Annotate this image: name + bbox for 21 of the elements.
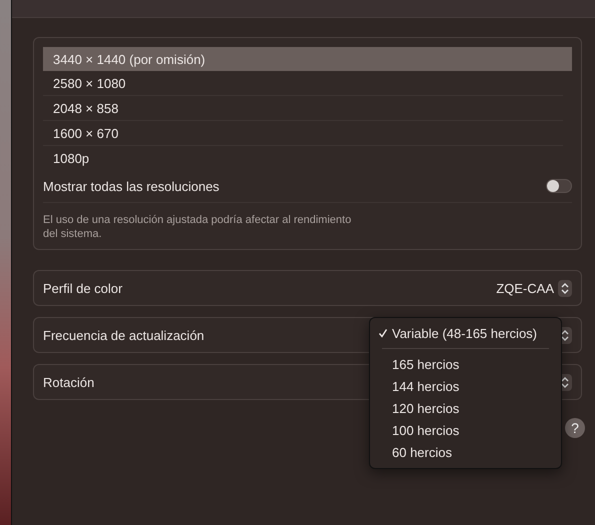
resolution-option[interactable]: 1080p xyxy=(43,146,563,170)
setting-label: Perfil de color xyxy=(43,280,122,296)
setting-value[interactable]: ZQE-CAA xyxy=(496,280,554,296)
menu-item[interactable]: 120 hercios xyxy=(370,397,561,419)
menu-item[interactable]: 165 hercios xyxy=(370,353,561,375)
help-button[interactable]: ? xyxy=(565,418,585,438)
checkmark-icon xyxy=(378,328,388,338)
toggle-label: Mostrar todas las resoluciones xyxy=(43,178,220,194)
resolution-option[interactable]: 3440 × 1440 (por omisión) xyxy=(43,47,572,71)
menu-item[interactable]: 100 hercios xyxy=(370,419,561,441)
resolution-option[interactable]: 2580 × 1080 xyxy=(43,71,563,96)
menu-item[interactable]: Variable (48-165 hercios) xyxy=(370,322,561,344)
setting-label: Rotación xyxy=(43,374,94,390)
note-text: El uso de una resolución ajustada podría afectar al rendimiento del sistema. xyxy=(43,213,352,241)
resolution-option[interactable]: 1600 × 670 xyxy=(43,121,563,146)
stepper-icon[interactable] xyxy=(558,280,572,296)
menu-item[interactable]: 60 hercios xyxy=(370,441,561,463)
setting-label: Frecuencia de actualización xyxy=(43,328,204,342)
resolution-option[interactable]: 2048 × 858 xyxy=(43,96,563,121)
menu-item[interactable]: 144 hercios xyxy=(370,375,561,397)
toggle-switch[interactable] xyxy=(546,179,572,193)
